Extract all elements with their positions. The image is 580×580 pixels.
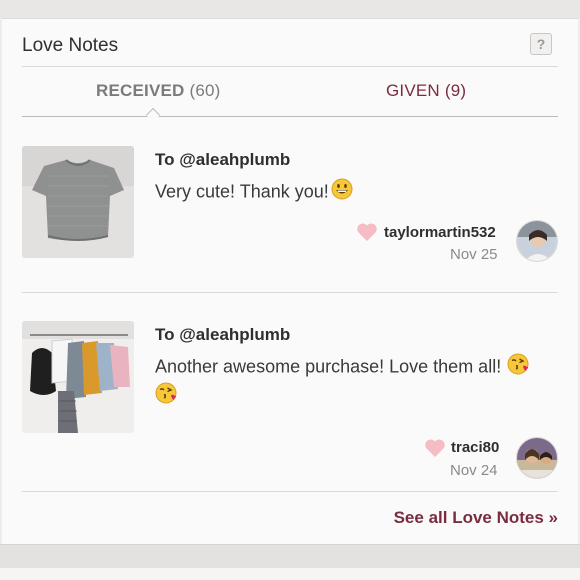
see-all-love-notes-link[interactable]: See all Love Notes » bbox=[394, 508, 558, 528]
tab-received-label: RECEIVED bbox=[96, 81, 185, 100]
tab-given-label: GIVEN bbox=[386, 81, 440, 100]
tab-given[interactable]: GIVEN (9) bbox=[386, 81, 466, 101]
giver-username[interactable]: traci80 bbox=[451, 439, 499, 456]
listing-thumbnail[interactable] bbox=[22, 321, 134, 433]
note-recipient[interactable]: To @aleahplumb bbox=[155, 150, 290, 170]
love-note-item: To @aleahplumb Another awesome purchase!… bbox=[22, 321, 558, 491]
love-notes-card: Love Notes ? RECEIVED (60) GIVEN (9) To … bbox=[2, 18, 578, 544]
love-note-item: To @aleahplumb Very cute! Thank you! tay… bbox=[22, 146, 558, 296]
card-title: Love Notes bbox=[22, 35, 119, 56]
active-tab-indicator bbox=[145, 107, 161, 123]
giver-avatar[interactable] bbox=[516, 220, 558, 262]
note-message: Another awesome purchase! Love them all! bbox=[155, 353, 557, 411]
listing-thumbnail[interactable] bbox=[22, 146, 134, 258]
face-blowing-kiss-emoji-icon bbox=[507, 353, 529, 382]
bottom-background-strip bbox=[0, 568, 580, 580]
tab-given-count: (9) bbox=[444, 81, 467, 100]
note-divider bbox=[22, 292, 558, 293]
grinning-face-emoji-icon bbox=[331, 178, 353, 207]
top-background-band bbox=[0, 0, 580, 18]
bottom-background-band bbox=[0, 544, 580, 568]
help-icon[interactable]: ? bbox=[530, 33, 552, 55]
giver-avatar[interactable] bbox=[516, 437, 558, 479]
header-divider bbox=[22, 66, 558, 67]
note-recipient[interactable]: To @aleahplumb bbox=[155, 325, 290, 345]
tab-received-count: (60) bbox=[189, 81, 221, 100]
tab-received[interactable]: RECEIVED (60) bbox=[96, 81, 221, 101]
heart-icon bbox=[424, 438, 446, 463]
note-message-text: Another awesome purchase! Love them all! bbox=[155, 356, 502, 377]
note-message: Very cute! Thank you! bbox=[155, 178, 557, 207]
note-message-text: Very cute! Thank you! bbox=[155, 181, 329, 202]
note-date: Nov 24 bbox=[450, 462, 498, 479]
face-blowing-kiss-emoji-icon bbox=[155, 382, 177, 411]
note-date: Nov 25 bbox=[450, 246, 498, 263]
tab-underline bbox=[22, 116, 558, 117]
footer-divider bbox=[22, 491, 558, 492]
heart-icon bbox=[356, 222, 378, 247]
giver-username[interactable]: taylormartin532 bbox=[384, 224, 496, 241]
